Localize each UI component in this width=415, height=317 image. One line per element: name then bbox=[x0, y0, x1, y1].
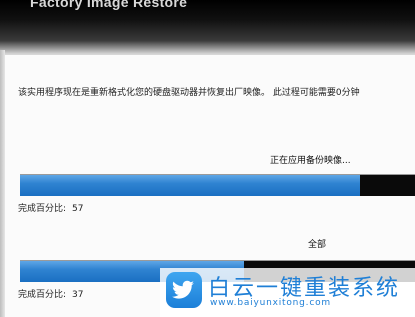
watermark-url: www.baiyunxitong.com bbox=[210, 298, 331, 308]
bird-icon-graphic bbox=[172, 280, 194, 299]
window-title: Factory Image Restore bbox=[30, 0, 188, 10]
watermark: 白云一键重装系统 www.baiyunxitong.com bbox=[160, 268, 415, 317]
restore-window: Factory Image Restore 该实用程序现在是重新格式化您的硬盘驱… bbox=[0, 0, 415, 317]
step-label-apply-image: 正在应用备份映像... bbox=[270, 156, 351, 166]
twitter-bird-icon bbox=[166, 272, 202, 308]
progress-fill bbox=[20, 175, 360, 196]
percent-value: 57 bbox=[72, 204, 84, 214]
percent-complete-overall: 完成百分比: 37 bbox=[18, 287, 84, 300]
percent-complete-apply-image: 完成百分比: 57 bbox=[18, 201, 84, 214]
step-label-overall: 全部 bbox=[308, 240, 327, 250]
description-text: 该实用程序现在是重新格式化您的硬盘驱动器并恢复出厂映像。 此过程可能需要0分钟 bbox=[18, 88, 360, 98]
percent-label: 完成百分比: bbox=[18, 290, 67, 300]
progress-bar-apply-image bbox=[20, 174, 415, 196]
title-bar: Factory Image Restore bbox=[0, 0, 415, 58]
percent-value: 37 bbox=[72, 290, 84, 300]
percent-label: 完成百分比: bbox=[18, 204, 67, 214]
